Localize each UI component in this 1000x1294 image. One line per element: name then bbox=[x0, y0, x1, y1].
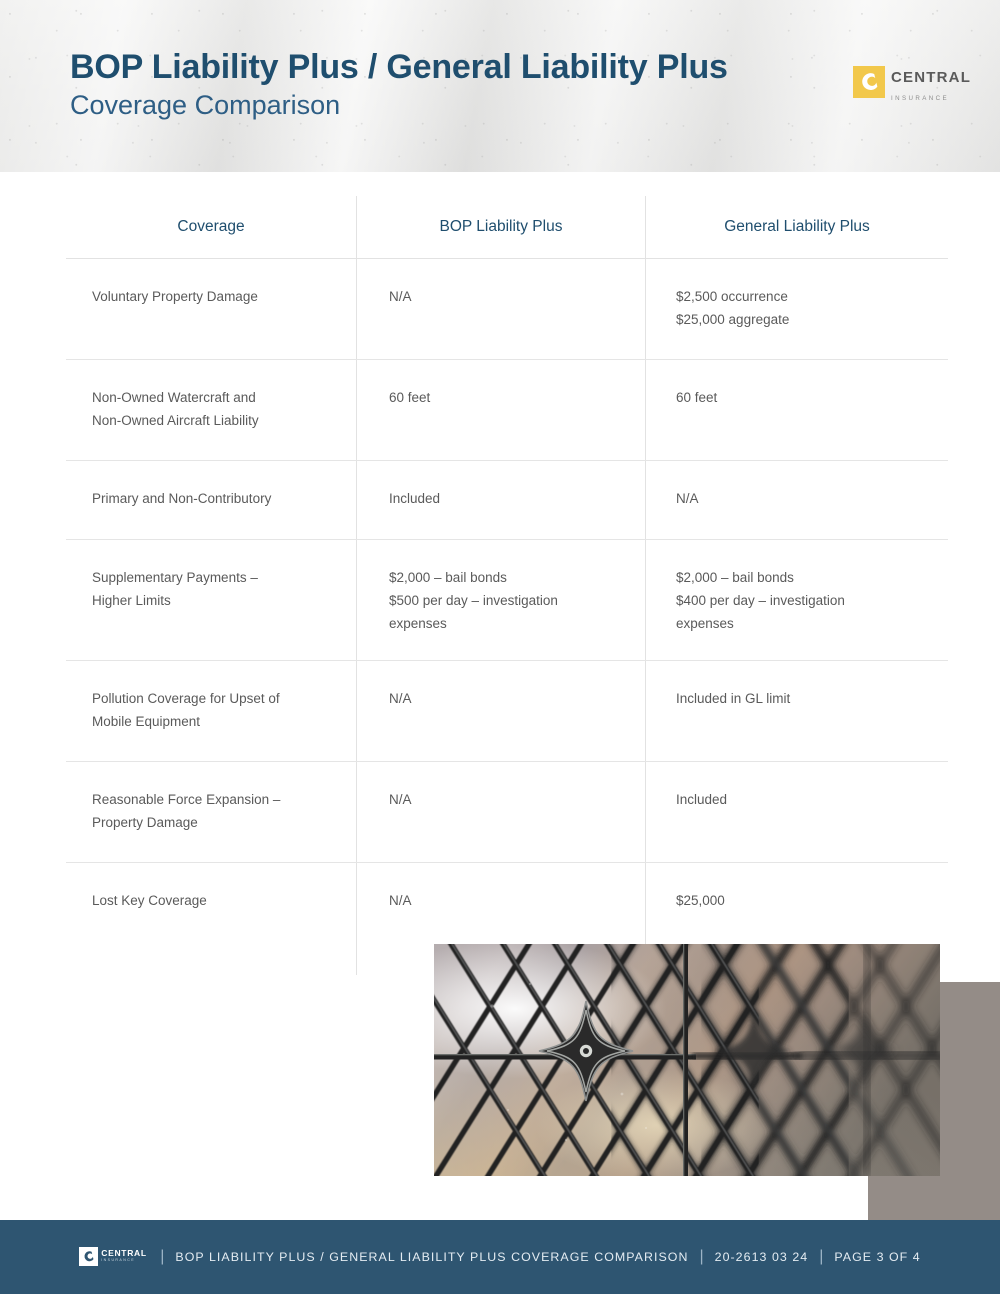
logo-subname: INSURANCE bbox=[891, 95, 950, 102]
footer-document-title: BOP LIABILITY PLUS / GENERAL LIABILITY P… bbox=[175, 1250, 689, 1264]
row-coverage-label: Pollution Coverage for Upset of Mobile E… bbox=[92, 691, 280, 729]
row-coverage-label: Non-Owned Watercraft and Non-Owned Aircr… bbox=[92, 390, 259, 428]
row-coverage-label: Lost Key Coverage bbox=[92, 893, 207, 908]
central-insurance-logo: CENTRAL INSURANCE bbox=[853, 66, 970, 104]
footer-page-label: PAGE 3 OF 4 bbox=[834, 1250, 921, 1264]
table-row: Reasonable Force Expansion – Property Da… bbox=[66, 762, 948, 863]
row-gl-value: N/A bbox=[645, 461, 948, 539]
column-header-general-liability-plus: General Liability Plus bbox=[645, 196, 948, 258]
row-bop-value: $2,000 – bail bonds $500 per day – inves… bbox=[356, 540, 645, 660]
table-row: Non-Owned Watercraft and Non-Owned Aircr… bbox=[66, 360, 948, 461]
row-gl-value: Included in GL limit bbox=[645, 661, 948, 761]
row-coverage-label: Voluntary Property Damage bbox=[92, 289, 258, 304]
column-header-bop-liability-plus: BOP Liability Plus bbox=[356, 196, 645, 258]
table-row: Primary and Non-Contributory Included N/… bbox=[66, 461, 948, 540]
page-subtitle: Coverage Comparison bbox=[70, 90, 341, 120]
row-bop-value: Included bbox=[356, 461, 645, 539]
row-bop-value: 60 feet bbox=[356, 360, 645, 460]
row-coverage-label: Reasonable Force Expansion – Property Da… bbox=[92, 792, 281, 830]
coverage-comparison-table: Coverage BOP Liability Plus General Liab… bbox=[66, 196, 948, 975]
table-row: Voluntary Property Damage N/A $2,500 occ… bbox=[66, 259, 948, 360]
column-header-coverage: Coverage bbox=[177, 218, 245, 235]
central-c-mark-icon bbox=[853, 66, 885, 98]
leaded-glass-window-photo bbox=[434, 944, 940, 1176]
logo-name: CENTRAL bbox=[891, 69, 972, 86]
page-header: BOP Liability Plus / General Liability P… bbox=[0, 0, 1000, 172]
row-gl-value: $2,000 – bail bonds $400 per day – inves… bbox=[645, 540, 948, 660]
row-bop-value: N/A bbox=[356, 661, 645, 761]
footer-logo-subname: INSURANCE bbox=[101, 1258, 136, 1262]
footer-separator-1: | bbox=[160, 1248, 165, 1265]
row-gl-value: $2,500 occurrence $25,000 aggregate bbox=[645, 259, 948, 359]
footer-document-number: 20-2613 03 24 bbox=[714, 1250, 809, 1264]
footer-logo-name: CENTRAL bbox=[101, 1248, 147, 1258]
page-footer: CENTRAL INSURANCE | BOP LIABILITY PLUS /… bbox=[0, 1220, 1000, 1294]
row-coverage-label: Primary and Non-Contributory bbox=[92, 491, 272, 506]
row-bop-value: N/A bbox=[356, 762, 645, 862]
row-bop-value: N/A bbox=[356, 259, 645, 359]
footer-separator-3: | bbox=[819, 1248, 824, 1265]
page-title: BOP Liability Plus / General Liability P… bbox=[70, 48, 728, 86]
table-row: Pollution Coverage for Upset of Mobile E… bbox=[66, 661, 948, 762]
logo-wordmark: CENTRAL INSURANCE bbox=[891, 69, 971, 105]
table-header-row: Coverage BOP Liability Plus General Liab… bbox=[66, 196, 948, 259]
row-gl-value: Included bbox=[645, 762, 948, 862]
table-row: Supplementary Payments – Higher Limits $… bbox=[66, 540, 948, 661]
footer-central-c-mark-icon bbox=[79, 1247, 99, 1266]
row-gl-value: 60 feet bbox=[645, 360, 948, 460]
footer-central-insurance-logo: CENTRAL INSURANCE bbox=[79, 1246, 146, 1268]
footer-separator-2: | bbox=[699, 1248, 704, 1265]
row-coverage-label: Supplementary Payments – Higher Limits bbox=[92, 570, 258, 608]
